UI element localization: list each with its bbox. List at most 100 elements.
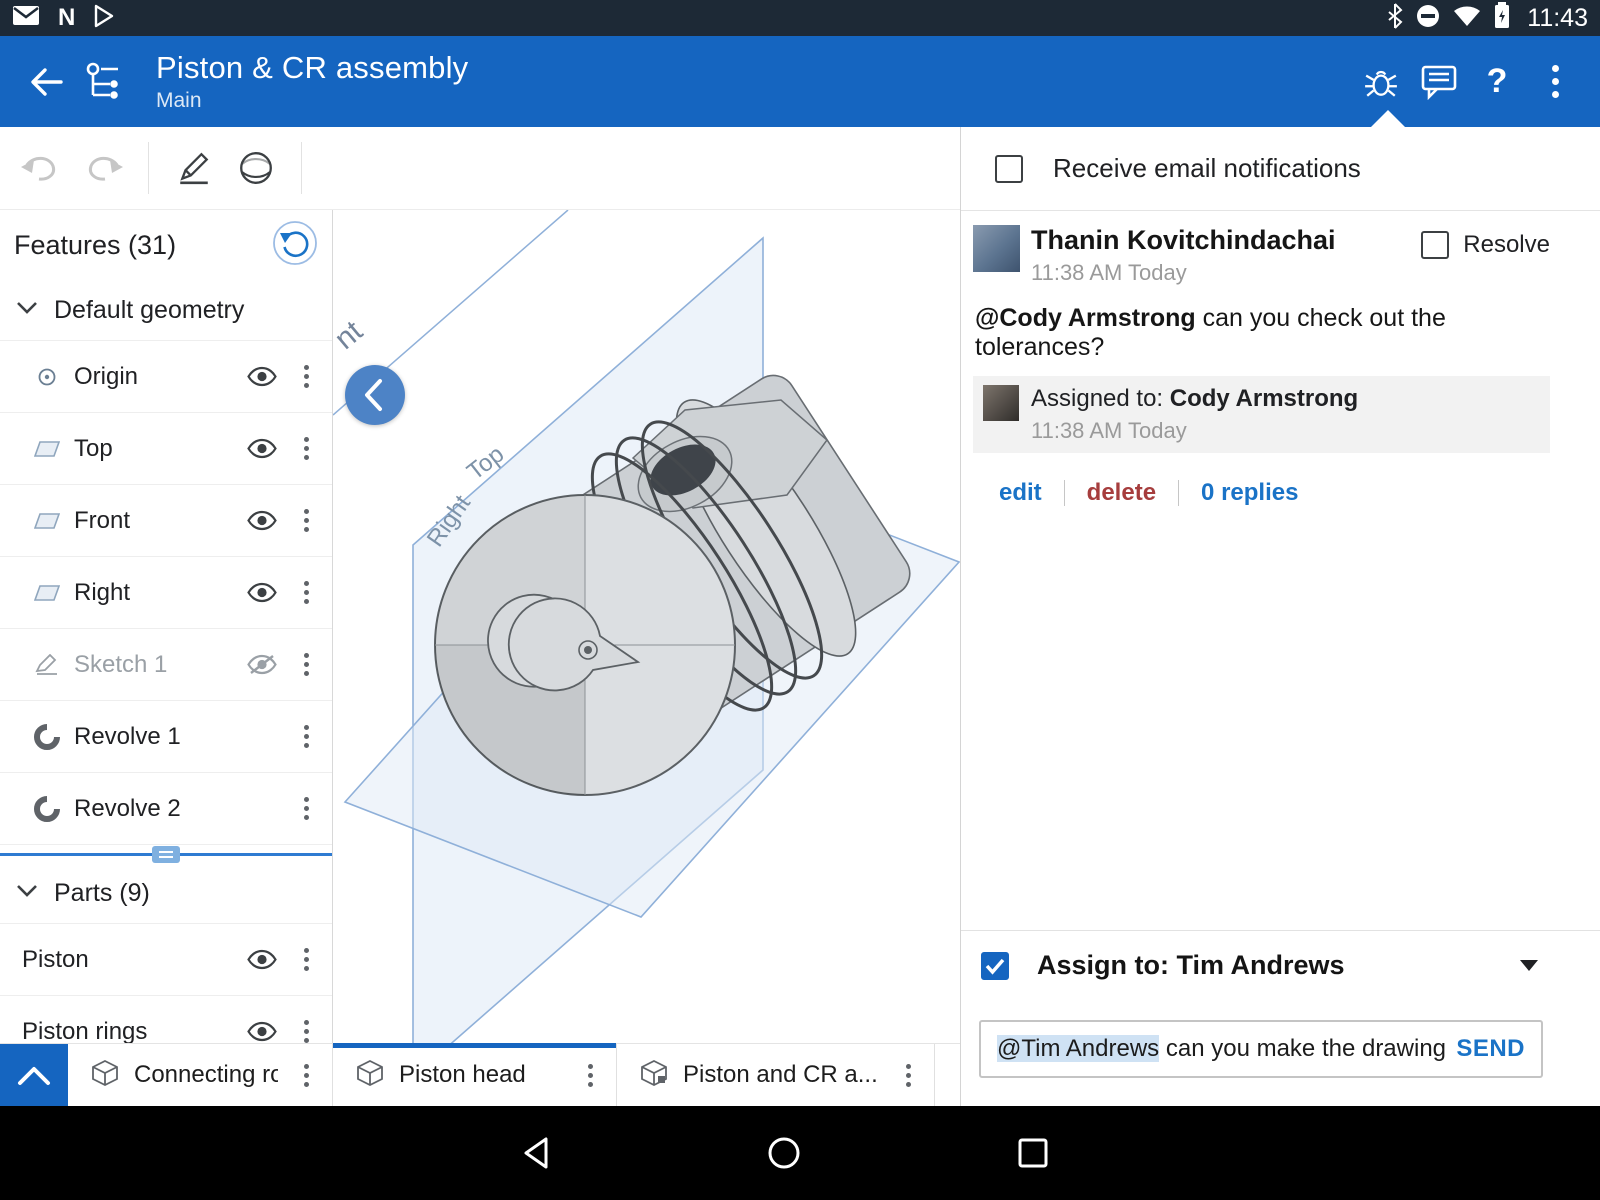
- assigned-block: Assigned to: Cody Armstrong 11:38 AM Tod…: [973, 376, 1550, 453]
- send-button[interactable]: SEND: [1456, 1035, 1525, 1063]
- wifi-icon: [1453, 5, 1481, 32]
- visibility-eye-icon[interactable]: [238, 438, 286, 459]
- comment-composer[interactable]: @Tim Andrews can you make the drawings f…: [979, 1020, 1543, 1078]
- tab-menu-button[interactable]: [888, 1064, 928, 1087]
- feature-row-origin[interactable]: Origin: [0, 341, 332, 413]
- visibility-eye-icon[interactable]: [238, 949, 286, 970]
- document-title: Piston & CR assembly: [156, 50, 468, 86]
- model-viewport[interactable]: nt Top Right: [333, 210, 960, 1043]
- assignee-dropdown-caret-icon[interactable]: [1520, 960, 1538, 971]
- android-status-bar: N 11:43: [0, 0, 1600, 36]
- plane-icon: [30, 511, 64, 531]
- comments-button[interactable]: [1410, 53, 1468, 111]
- sketch-icon: [30, 654, 64, 676]
- nav-home-button[interactable]: [763, 1132, 805, 1174]
- assign-to-label: Assign to: Tim Andrews: [1037, 950, 1520, 981]
- report-bug-button[interactable]: [1352, 53, 1410, 111]
- workspace-name: Main: [156, 89, 468, 113]
- visibility-eye-icon[interactable]: [238, 1021, 286, 1042]
- group-parts[interactable]: Parts (9): [0, 863, 332, 924]
- assign-to-row[interactable]: Assign to: Tim Andrews: [961, 930, 1600, 1000]
- comment-author: Thanin Kovitchindachai: [1031, 225, 1421, 256]
- document-title-block: Piston & CR assembly Main: [156, 50, 468, 113]
- tab-piston-cr-assembly[interactable]: Piston and CR a...: [617, 1044, 935, 1106]
- visibility-eye-icon[interactable]: [238, 510, 286, 531]
- feature-row-sketch1[interactable]: Sketch 1: [0, 629, 332, 701]
- tab-label: Piston head: [399, 1061, 562, 1089]
- chevron-left-icon: [367, 381, 380, 409]
- feature-menu-button[interactable]: [286, 509, 326, 532]
- email-notifications-row[interactable]: Receive email notifications: [961, 127, 1600, 211]
- part-row-piston[interactable]: Piston: [0, 924, 332, 996]
- clock: 11:43: [1527, 4, 1588, 33]
- comment-input[interactable]: @Tim Andrews can you make the drawings f…: [997, 1035, 1446, 1063]
- group-label: Default geometry: [54, 296, 244, 325]
- origin-icon: [30, 365, 64, 389]
- collapse-panel-button[interactable]: [345, 365, 405, 425]
- recents-square-icon: [1020, 1140, 1046, 1166]
- expand-tabs-button[interactable]: [0, 1044, 68, 1106]
- play-store-notification-icon: [93, 4, 115, 33]
- assign-checkbox[interactable]: [981, 952, 1009, 980]
- feature-row-top-plane[interactable]: Top: [0, 413, 332, 485]
- tab-label: Connecting rod: [134, 1061, 278, 1089]
- overflow-menu-button[interactable]: [1526, 53, 1584, 111]
- feature-row-right-plane[interactable]: Right: [0, 557, 332, 629]
- comment-item: Thanin Kovitchindachai 11:38 AM Today Re…: [961, 211, 1600, 507]
- back-button[interactable]: [16, 53, 74, 111]
- delete-link[interactable]: delete: [1087, 479, 1156, 507]
- nav-back-button[interactable]: [517, 1132, 559, 1174]
- comments-panel-notch: [1371, 110, 1405, 127]
- shaded-view-button[interactable]: [225, 137, 287, 199]
- tab-piston-head[interactable]: Piston head: [333, 1044, 617, 1106]
- undo-button[interactable]: [10, 137, 72, 199]
- features-panel: Features (31) Default geometry Origin: [0, 210, 333, 1043]
- replies-link[interactable]: 0 replies: [1201, 479, 1298, 507]
- visibility-eye-off-icon[interactable]: [238, 654, 286, 675]
- sketch-tool-button[interactable]: [163, 137, 225, 199]
- feature-menu-button[interactable]: [286, 581, 326, 604]
- resolve-checkbox[interactable]: [1421, 231, 1449, 259]
- email-notifications-label: Receive email notifications: [1053, 153, 1361, 184]
- redo-button[interactable]: [72, 137, 134, 199]
- back-triangle-icon: [526, 1139, 546, 1167]
- part-studio-icon: [355, 1058, 385, 1093]
- feature-label: Right: [74, 579, 238, 607]
- front-plane-label: nt: [333, 314, 369, 356]
- edit-link[interactable]: edit: [999, 479, 1042, 507]
- visibility-eye-icon[interactable]: [238, 582, 286, 603]
- rollback-history-button[interactable]: [272, 220, 318, 271]
- feature-row-revolve2[interactable]: Revolve 2: [0, 773, 332, 845]
- help-button[interactable]: ?: [1468, 53, 1526, 111]
- feature-menu-button[interactable]: [286, 365, 326, 388]
- group-default-geometry[interactable]: Default geometry: [0, 280, 332, 341]
- part-menu-button[interactable]: [286, 948, 326, 971]
- feature-row-revolve1[interactable]: Revolve 1: [0, 701, 332, 773]
- feature-menu-button[interactable]: [286, 437, 326, 460]
- part-row-piston-rings[interactable]: Piston rings: [0, 996, 332, 1043]
- part-menu-button[interactable]: [286, 1020, 326, 1043]
- feature-menu-button[interactable]: [286, 797, 326, 820]
- viewport-3d-scene[interactable]: nt Top Right: [333, 210, 960, 1043]
- rollback-handle[interactable]: [152, 846, 180, 863]
- revolve-icon: [30, 796, 64, 822]
- feature-row-front-plane[interactable]: Front: [0, 485, 332, 557]
- nav-recents-button[interactable]: [1012, 1132, 1054, 1174]
- mention-chip: @Tim Andrews: [997, 1035, 1159, 1062]
- tab-connecting-rod[interactable]: Connecting rod: [68, 1044, 333, 1106]
- feature-menu-button[interactable]: [286, 653, 326, 676]
- modeling-toolbar: [0, 127, 960, 210]
- tab-menu-button[interactable]: [286, 1064, 326, 1087]
- comment-timestamp: 11:38 AM Today: [1031, 260, 1421, 286]
- piston-model[interactable]: [435, 367, 918, 795]
- email-notifications-checkbox[interactable]: [995, 155, 1023, 183]
- tab-menu-button[interactable]: [570, 1064, 610, 1087]
- visibility-eye-icon[interactable]: [238, 366, 286, 387]
- feature-menu-button[interactable]: [286, 725, 326, 748]
- features-header: Features (31): [0, 210, 332, 280]
- assignee-avatar: [983, 385, 1019, 421]
- assignee-name: Cody Armstrong: [1170, 385, 1358, 412]
- assigned-line: Assigned to: Cody Armstrong: [1031, 385, 1358, 413]
- resolve-control[interactable]: Resolve: [1421, 231, 1550, 259]
- feature-tree-icon[interactable]: [74, 53, 132, 111]
